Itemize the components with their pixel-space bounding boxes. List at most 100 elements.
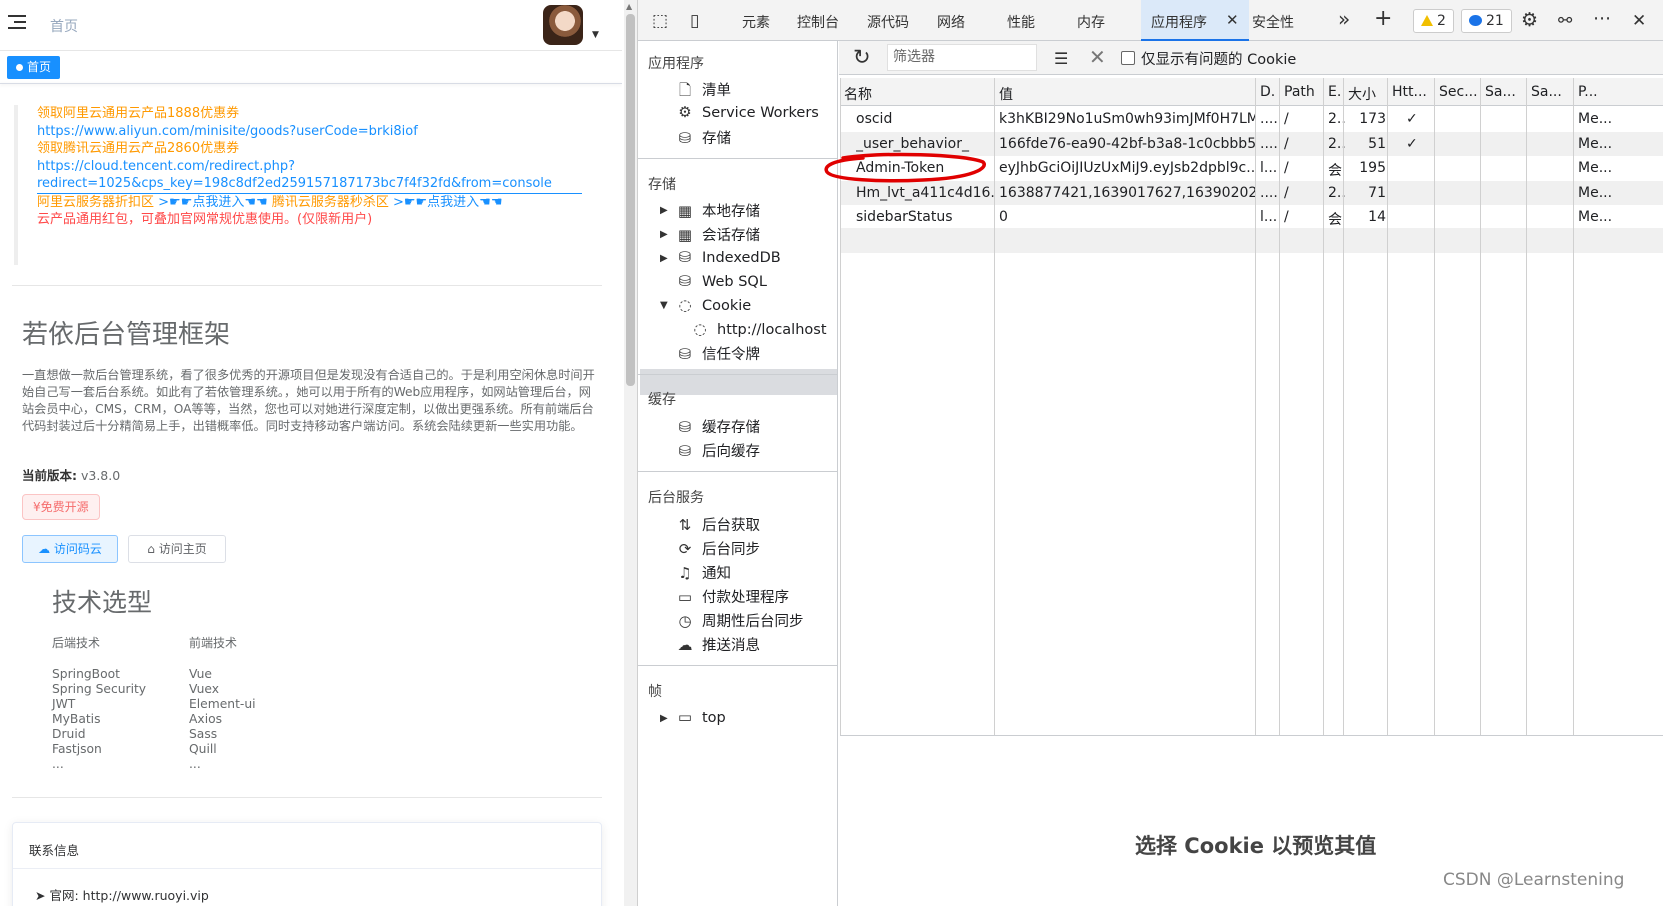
cookie-value: 1638877421,1639017627,1639020218 xyxy=(999,184,1255,201)
column-divider[interactable] xyxy=(1279,78,1280,735)
hamburger-icon[interactable] xyxy=(8,15,26,31)
caret-down-icon[interactable]: ▼ xyxy=(592,30,599,40)
visit-gitee-button[interactable]: ☁ 访问码云 xyxy=(22,535,118,563)
contact-site-link[interactable]: http://www.ruoyi.vip xyxy=(83,888,209,903)
sidebar-item-label: 后台同步 xyxy=(702,542,760,558)
inspect-icon[interactable]: ⬚ xyxy=(652,11,668,31)
sidebar-item-manifest[interactable]: 🗋 清单 xyxy=(676,79,731,105)
sidebar-item-cache-storage[interactable]: ⛁ 缓存存储 xyxy=(676,416,760,437)
delete-cookie-icon[interactable]: ✕ xyxy=(1089,45,1106,69)
col-samesite[interactable]: Sa... xyxy=(1485,84,1516,100)
column-divider[interactable] xyxy=(1343,78,1344,735)
sidebar-item-label: 信任令牌 xyxy=(702,347,760,363)
close-tab-icon[interactable]: ✕ xyxy=(1226,11,1239,29)
warnings-badge[interactable]: 2 xyxy=(1413,9,1454,33)
clear-filtered-cookies-icon[interactable]: ☰ xyxy=(1054,49,1068,68)
table-header: 名称 值 D. Path E. 大小 Htt... Sec... Sa... S… xyxy=(840,78,1663,106)
sidebar-item-web-sql[interactable]: ⛁ Web SQL xyxy=(676,272,767,290)
table-row[interactable]: Hm_lvt_a411c4d16... 1638877421,163901762… xyxy=(840,180,1663,205)
column-divider[interactable] xyxy=(1573,78,1574,735)
col-domain[interactable]: D. xyxy=(1260,84,1275,100)
col-secure[interactable]: Sec... xyxy=(1439,84,1478,100)
column-divider[interactable] xyxy=(1480,78,1481,735)
backend-item: MyBatis xyxy=(52,712,101,726)
breadcrumb-home[interactable]: 首页 xyxy=(50,16,78,36)
tab-security[interactable]: 安全性 xyxy=(1252,12,1294,32)
tag-view-home[interactable]: 首页 xyxy=(7,56,61,79)
col-name[interactable]: 名称 xyxy=(844,84,872,104)
sidebar-item-service-workers[interactable]: ⚙ Service Workers xyxy=(676,103,819,121)
tab-network[interactable]: 网络 xyxy=(937,12,965,32)
device-toggle-icon[interactable]: ▯ xyxy=(690,11,699,31)
column-divider[interactable] xyxy=(1387,78,1388,735)
column-divider[interactable] xyxy=(1323,78,1324,735)
connection-icon[interactable]: ⚯ xyxy=(1558,11,1572,31)
expand-arrow-icon[interactable]: ▶ xyxy=(660,229,668,240)
sidebar-item-trust-tokens[interactable]: ⛁ 信任令牌 xyxy=(676,343,760,364)
column-divider[interactable] xyxy=(1434,78,1435,735)
column-divider[interactable] xyxy=(1526,78,1527,735)
tab-sources[interactable]: 源代码 xyxy=(867,12,909,32)
tab-application[interactable]: 应用程序 xyxy=(1151,12,1207,32)
promo-aliyun-link[interactable]: https://www.aliyun.com/minisite/goods?us… xyxy=(37,123,584,141)
database-icon: ⛁ xyxy=(678,129,692,147)
tab-elements[interactable]: 元素 xyxy=(742,12,770,32)
column-divider[interactable] xyxy=(1255,78,1256,735)
sidebar-item-cookie[interactable]: ◌ Cookie xyxy=(676,296,751,314)
cookie-size: 195 xyxy=(1359,160,1386,176)
table-row[interactable]: oscid k3hKBI29No1uSm0wh93imJMf0H7LM... .… xyxy=(840,107,1663,132)
aliyun-zone-link[interactable]: >☛☛点我进入☚☚ xyxy=(158,195,268,210)
more-tabs-icon[interactable]: » xyxy=(1338,7,1350,31)
add-tab-icon[interactable]: + xyxy=(1374,6,1392,31)
sidebar-item-frame-top[interactable]: ▭ top xyxy=(676,708,726,726)
filter-input[interactable]: 筛选器 xyxy=(887,44,1037,71)
settings-gear-icon[interactable]: ⚙ xyxy=(1521,9,1538,31)
frontend-label: 前端技术 xyxy=(189,636,238,650)
avatar[interactable] xyxy=(543,5,583,45)
col-path[interactable]: Path xyxy=(1284,84,1315,100)
sidebar-item-session-storage[interactable]: ▦ 会话存储 xyxy=(676,224,760,245)
expand-arrow-icon[interactable]: ▶ xyxy=(660,253,668,264)
scroll-up-icon[interactable]: ▲ xyxy=(626,2,632,11)
sidebar-item-indexeddb[interactable]: ⛁ IndexedDB xyxy=(676,248,781,266)
col-sameparty[interactable]: Sa... xyxy=(1531,84,1562,100)
messages-badge[interactable]: 21 xyxy=(1461,9,1512,33)
collapse-arrow-icon[interactable]: ▼ xyxy=(660,300,668,311)
only-issues-checkbox[interactable] xyxy=(1121,51,1135,65)
close-devtools-icon[interactable]: ✕ xyxy=(1632,11,1646,31)
visit-home-button[interactable]: ⌂ 访问主页 xyxy=(128,535,226,563)
sidebar-item-local-storage[interactable]: ▦ 本地存储 xyxy=(676,200,760,221)
sidebar-item-background-sync[interactable]: ⟳ 后台同步 xyxy=(676,538,760,559)
expand-arrow-icon[interactable]: ▶ xyxy=(660,713,668,724)
scroll-thumb[interactable] xyxy=(626,14,635,386)
expand-arrow-icon[interactable]: ▶ xyxy=(660,205,668,216)
only-issues-label[interactable]: 仅显示有问题的 Cookie xyxy=(1141,48,1296,69)
sidebar-item-payment-handler[interactable]: ▭ 付款处理程序 xyxy=(676,586,789,607)
cookie-size: 71 xyxy=(1368,184,1386,201)
sidebar-item-push-messaging[interactable]: ☁ 推送消息 xyxy=(676,634,761,655)
sidebar-item-periodic-sync[interactable]: ◷ 周期性后台同步 xyxy=(676,610,803,631)
tab-performance[interactable]: 性能 xyxy=(1007,12,1035,32)
sidebar-item-storage[interactable]: ⛁ 存储 xyxy=(676,127,731,148)
cookie-priority: Me... xyxy=(1578,160,1613,176)
col-priority[interactable]: P... xyxy=(1578,84,1598,100)
col-value[interactable]: 值 xyxy=(999,84,1013,104)
sidebar-item-background-fetch[interactable]: ⇅ 后台获取 xyxy=(676,514,760,535)
promo-tencent-link[interactable]: https://cloud.tencent.com/redirect.php? xyxy=(37,158,584,176)
sidebar-item-cookie-localhost[interactable]: ◌ http://localhost xyxy=(691,320,826,338)
sidebar-item-notifications[interactable]: ♫ 通知 xyxy=(676,562,731,583)
promo-tencent-link-cont[interactable]: redirect=1025&cps_key=198c8df2ed25915718… xyxy=(37,175,582,194)
page-scrollbar[interactable]: ▲ xyxy=(624,0,637,906)
column-divider[interactable] xyxy=(994,78,995,735)
more-options-icon[interactable]: ⋯ xyxy=(1593,8,1611,29)
tencent-zone-link[interactable]: >☛☛点我进入☚☚ xyxy=(393,195,503,210)
tab-console[interactable]: 控制台 xyxy=(797,12,839,32)
refresh-icon[interactable]: ↻ xyxy=(853,45,871,69)
tab-memory[interactable]: 内存 xyxy=(1077,12,1105,32)
table-row[interactable]: sidebarStatus 0 l... / 会 14 Me... xyxy=(840,205,1663,230)
sidebar-item-bfcache[interactable]: ⛁ 后向缓存 xyxy=(676,440,760,461)
col-expires[interactable]: E. xyxy=(1328,84,1341,100)
col-size[interactable]: 大小 xyxy=(1348,84,1376,104)
clock-icon: ◷ xyxy=(678,612,692,630)
col-httponly[interactable]: Htt... xyxy=(1392,84,1427,100)
